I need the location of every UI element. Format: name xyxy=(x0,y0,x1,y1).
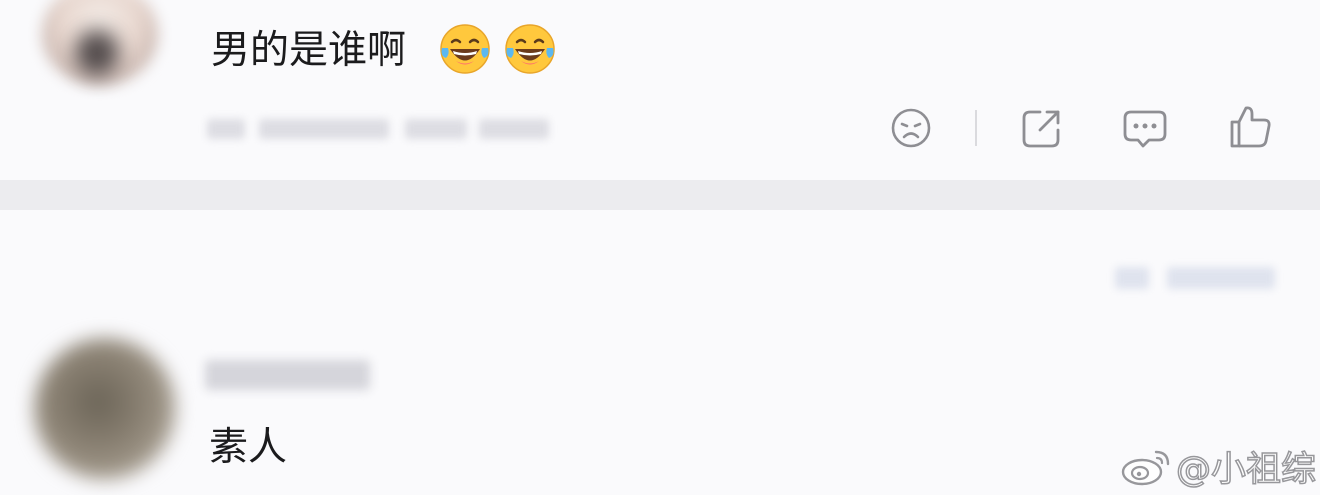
avatar-detail xyxy=(75,30,119,76)
laughing-crying-emoji xyxy=(440,24,490,74)
laughing-crying-emoji xyxy=(505,24,555,74)
watermark-text: @小祖综 xyxy=(1175,449,1317,491)
reply-icon[interactable] xyxy=(1121,104,1169,152)
username-blurred[interactable] xyxy=(205,352,375,398)
comment-text: 男的是谁啊 xyxy=(211,28,407,73)
like-icon[interactable] xyxy=(1226,102,1274,150)
avatar[interactable] xyxy=(34,338,176,480)
comment-meta-blurred xyxy=(207,112,552,146)
weibo-logo-icon xyxy=(1121,450,1170,486)
comment-text: 素人 xyxy=(209,425,288,470)
comment-item: 男的是谁啊 xyxy=(0,0,1320,180)
watermark: @小祖综 xyxy=(1120,442,1317,491)
dislike-icon[interactable] xyxy=(887,104,935,152)
section-separator xyxy=(0,180,1320,210)
sort-control-blurred[interactable] xyxy=(1115,255,1281,299)
share-icon[interactable] xyxy=(1018,104,1066,152)
action-divider xyxy=(975,110,977,146)
